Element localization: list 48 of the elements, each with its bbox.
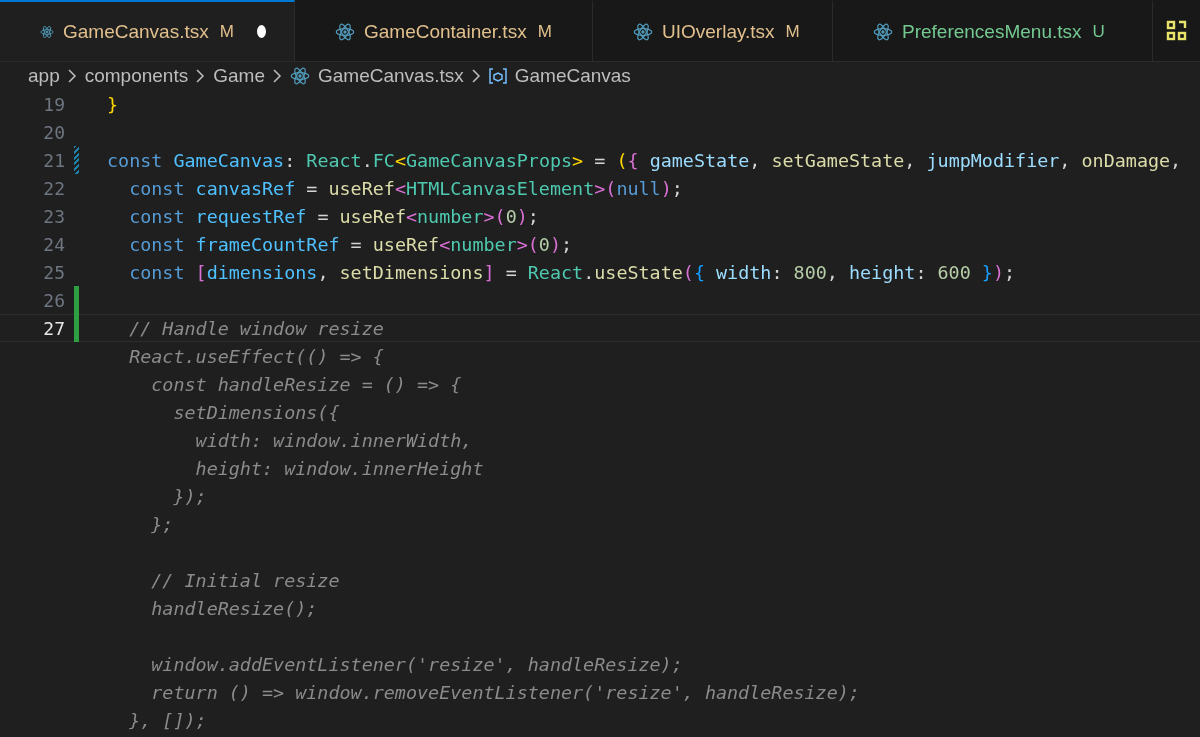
- chevron-icon: [272, 69, 282, 83]
- git-status-label: U: [1092, 21, 1105, 42]
- suggestion-line: width: window.innerWidth,: [194, 429, 473, 451]
- suggestion-line: height: window.innerHeight: [194, 457, 484, 479]
- git-status-label: M: [785, 21, 800, 42]
- breadcrumb-item[interactable]: GameCanvas.tsx: [317, 65, 464, 87]
- suggestion-line: setDimensions({: [172, 401, 340, 423]
- react-icon: [289, 66, 310, 86]
- react-icon: [335, 21, 355, 42]
- chevron-icon: [67, 69, 77, 83]
- breadcrumb-item[interactable]: components: [84, 65, 189, 87]
- git-status-label: M: [219, 21, 234, 42]
- suggestion-line: });: [172, 485, 207, 507]
- breadcrumb-item[interactable]: app: [28, 65, 60, 87]
- line-number: 26: [42, 289, 65, 311]
- suggestion-line: return () => window.removeEventListener('resize', handleResize);: [150, 681, 860, 703]
- chevron-icon: [196, 69, 206, 83]
- suggestion-line: handleResize();: [150, 597, 318, 619]
- suggestion-line: window.addEventListener('resize', handleResize);: [150, 653, 683, 675]
- line-number: 19: [42, 93, 65, 115]
- git-status-label: M: [537, 21, 552, 42]
- code-line: const GameCanvas: React.FC<GameCanvasProps> = ({ gameState, setGameState, jumpModifier, onDamage,: [107, 149, 1182, 171]
- suggestion-line: };: [150, 513, 174, 535]
- line-number: 22: [42, 177, 65, 199]
- code-line: }: [107, 93, 119, 115]
- breadcrumb-item[interactable]: Game: [213, 65, 265, 87]
- suggestion-line: const handleResize = () => {: [150, 373, 462, 395]
- react-icon: [873, 21, 893, 42]
- chevron-icon: [471, 69, 481, 83]
- suggestion-line: }, []);: [128, 709, 207, 731]
- suggestion-line: // Initial resize: [150, 569, 340, 591]
- editor-tab[interactable]: GameCanvas.tsx M: [0, 0, 295, 61]
- line-number: 23: [42, 205, 65, 227]
- line-number: 21: [42, 149, 65, 171]
- line-number: 20: [42, 121, 65, 143]
- line-number: 27: [42, 317, 65, 339]
- line-number: 25: [42, 261, 65, 283]
- breadcrumb-item[interactable]: GameCanvas: [514, 65, 631, 87]
- code-line: const requestRef = useRef<number>(0);: [128, 205, 539, 227]
- code-line: const frameCountRef = useRef<number>(0);: [128, 233, 573, 255]
- grid-icon[interactable]: [1165, 19, 1188, 42]
- code-line: const canvasRef = useRef<HTMLCanvasElement>(null);: [128, 177, 683, 199]
- symbol-icon: [488, 68, 507, 84]
- line-number: 24: [42, 233, 65, 255]
- react-icon: [633, 21, 653, 42]
- suggestion-line: React.useEffect(() => {: [128, 345, 384, 367]
- code-line: const [dimensions, setDimensions] = React.useState({ width: 800, height: 600 });: [128, 261, 1016, 283]
- code-line: // Handle window resize: [128, 317, 384, 339]
